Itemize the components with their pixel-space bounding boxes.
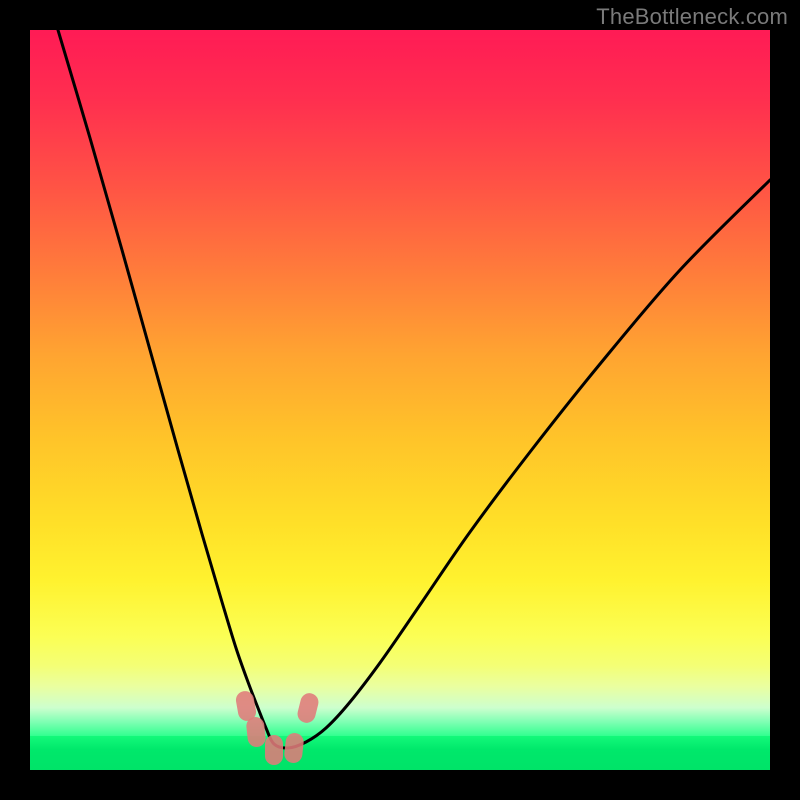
plot-area — [30, 30, 770, 770]
watermark-text: TheBottleneck.com — [596, 4, 788, 30]
chart-stage: TheBottleneck.com — [0, 0, 800, 800]
curve-marker — [245, 716, 266, 748]
curve-marker — [265, 735, 283, 765]
bottleneck-curve — [30, 30, 770, 770]
